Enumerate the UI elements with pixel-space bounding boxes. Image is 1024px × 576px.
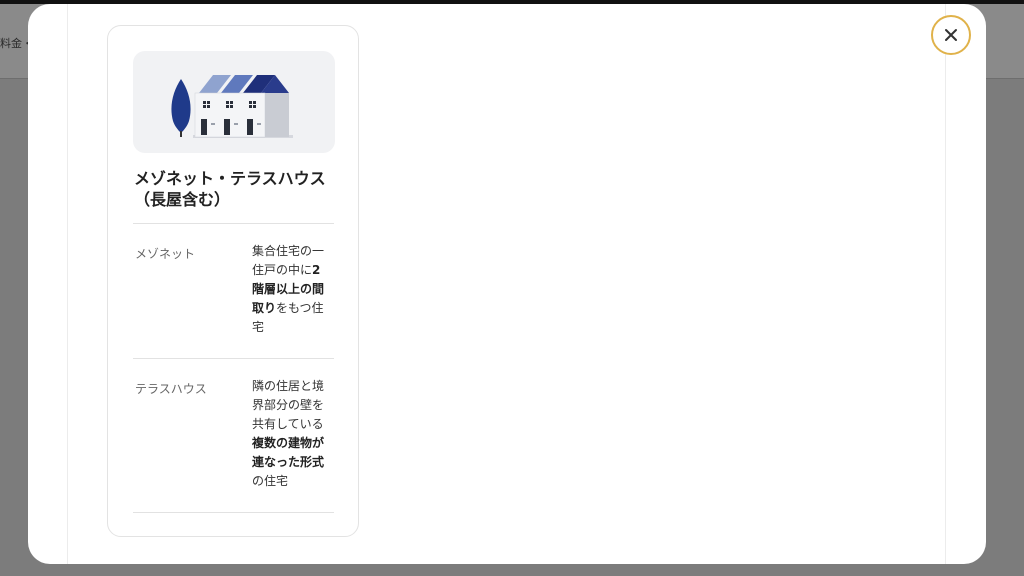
card-title: メゾネット・テラスハウス （長屋含む）	[134, 168, 334, 210]
desc-emphasis: 階層以上の間	[252, 282, 325, 296]
card-divider	[133, 223, 334, 224]
desc-text: 宅	[252, 320, 265, 334]
desc-emphasis: 複数の建物が	[252, 436, 325, 450]
desc-terrace-house: 隣の住居と境 界部分の壁を 共有している 複数の建物が 連なった形式 の住宅	[252, 377, 332, 491]
desc-line: 取りをもつ住	[252, 299, 332, 318]
desc-line: 住戸の中に2	[252, 261, 332, 280]
desc-emphasis: 取り	[252, 301, 277, 315]
desc-line: 階層以上の間	[252, 280, 332, 299]
desc-text: 隣の住居と境	[252, 379, 325, 393]
desc-line: 集合住宅の一	[252, 242, 332, 261]
desc-text: 住戸の中に	[252, 263, 313, 277]
term-maisonette: メゾネット	[135, 247, 196, 261]
desc-line: 隣の住居と境	[252, 377, 332, 396]
modal-guide-line-left	[67, 4, 68, 564]
close-icon	[945, 29, 957, 41]
desc-line: の住宅	[252, 472, 332, 491]
modal-guide-line-right	[945, 4, 946, 564]
desc-text: をもつ住	[276, 301, 324, 315]
desc-emphasis: 連なった形式	[252, 455, 325, 469]
desc-line: 宅	[252, 318, 332, 337]
desc-emphasis: 2	[312, 263, 321, 277]
modal-dialog: メゾネット・テラスハウス （長屋含む） メゾネット 集合住宅の一 住戸の中に2 階層…	[28, 4, 986, 564]
desc-line: 界部分の壁を	[252, 396, 332, 415]
desc-line: 複数の建物が	[252, 434, 332, 453]
desc-text: の住宅	[252, 474, 289, 488]
desc-text: 集合住宅の一	[252, 244, 325, 258]
desc-line: 連なった形式	[252, 453, 332, 472]
card-illustration	[133, 51, 335, 153]
card-divider	[133, 512, 334, 513]
card-title-line1: メゾネット・テラスハウス	[134, 169, 326, 188]
card-divider	[133, 358, 334, 359]
housing-type-card: メゾネット・テラスハウス （長屋含む） メゾネット 集合住宅の一 住戸の中に2 階層…	[107, 25, 359, 537]
desc-text: 界部分の壁を	[252, 398, 325, 412]
desc-text: 共有している	[252, 417, 324, 431]
terrace-house-illustration	[171, 75, 293, 138]
term-terrace-house: テラスハウス	[135, 382, 207, 396]
close-button[interactable]	[931, 15, 971, 55]
card-title-line2: （長屋含む）	[134, 190, 231, 209]
desc-line: 共有している	[252, 415, 332, 434]
desc-maisonette: 集合住宅の一 住戸の中に2 階層以上の間 取りをもつ住宅	[252, 242, 332, 337]
